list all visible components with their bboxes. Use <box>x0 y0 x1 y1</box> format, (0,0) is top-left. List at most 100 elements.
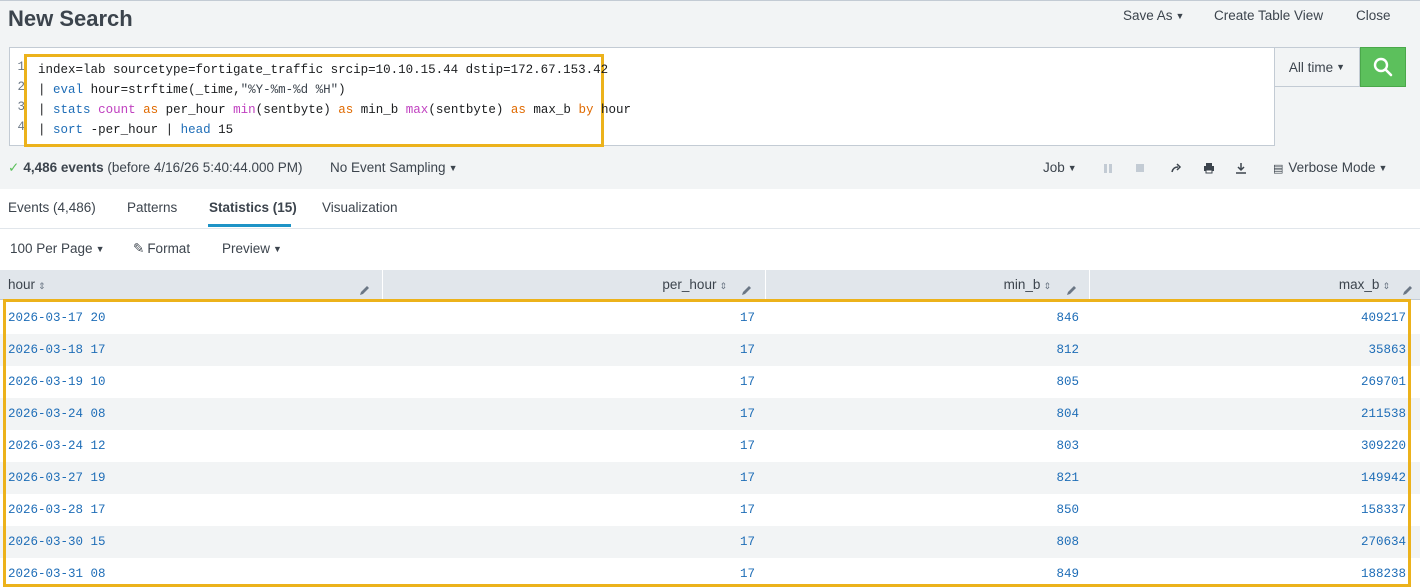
create-table-view-link[interactable]: Create Table View <box>1214 8 1323 23</box>
query-token <box>593 103 601 117</box>
pencil-icon[interactable] <box>358 278 371 295</box>
cell-per-hour[interactable]: 17 <box>740 311 755 325</box>
query-token <box>46 123 54 137</box>
cell-min-b[interactable]: 821 <box>1056 471 1079 485</box>
query-token: _time <box>195 83 234 97</box>
cell-hour[interactable]: 2026-03-19 10 <box>8 375 106 389</box>
cell-hour[interactable]: 2026-03-24 12 <box>8 439 106 453</box>
sampling-label: No Event Sampling <box>330 160 446 175</box>
query-token: | <box>38 123 46 137</box>
cell-max-b[interactable]: 211538 <box>1361 407 1406 421</box>
cell-max-b[interactable]: 270634 <box>1361 535 1406 549</box>
format-menu[interactable]: ✎ Format <box>133 241 190 257</box>
column-header-max-b[interactable]: max_b ⇕ <box>1091 270 1420 300</box>
cell-max-b[interactable]: 309220 <box>1361 439 1406 453</box>
line-number: 1 <box>17 60 25 74</box>
cell-min-b[interactable]: 846 <box>1056 311 1079 325</box>
cell-min-b[interactable]: 804 <box>1056 407 1079 421</box>
tab-visualization[interactable]: Visualization <box>322 200 398 215</box>
column-header-min-b[interactable]: min_b ⇕ <box>767 270 1090 300</box>
cell-min-b[interactable]: 803 <box>1056 439 1079 453</box>
cell-min-b[interactable]: 849 <box>1056 567 1079 581</box>
query-operator: by <box>578 103 594 117</box>
query-function: count <box>98 103 136 117</box>
pencil-icon[interactable] <box>740 278 753 295</box>
print-button[interactable] <box>1201 160 1217 176</box>
column-header-hour[interactable]: hour ⇕ <box>0 270 383 300</box>
sort-icon[interactable]: ⇕ <box>1043 281 1051 291</box>
format-label: Format <box>147 241 191 256</box>
cell-max-b[interactable]: 409217 <box>1361 311 1406 325</box>
cell-hour[interactable]: 2026-03-24 08 <box>8 407 106 421</box>
query-token <box>353 103 361 117</box>
cell-max-b[interactable]: 149942 <box>1361 471 1406 485</box>
query-token <box>83 83 91 97</box>
cell-min-b[interactable]: 805 <box>1056 375 1079 389</box>
query-token: | <box>165 123 174 137</box>
cell-max-b[interactable]: 188238 <box>1361 567 1406 581</box>
pencil-icon[interactable] <box>1065 278 1078 295</box>
column-header-per-hour[interactable]: per_hour ⇕ <box>384 270 766 300</box>
query-operator: as <box>143 103 159 117</box>
query-token: ) <box>338 83 346 97</box>
close-link[interactable]: Close <box>1356 8 1391 23</box>
query-token: ( <box>428 103 436 117</box>
preview-menu[interactable]: Preview ▼ <box>222 241 282 256</box>
query-string: "%Y-%m-%d %H" <box>240 83 339 97</box>
tab-patterns[interactable]: Patterns <box>127 200 177 215</box>
cell-hour[interactable]: 2026-03-18 17 <box>8 343 106 357</box>
cell-hour[interactable]: 2026-03-27 19 <box>8 471 106 485</box>
query-token: | <box>38 103 46 117</box>
event-sampling-menu[interactable]: No Event Sampling ▼ <box>330 160 457 175</box>
column-label: per_hour <box>662 277 717 292</box>
job-menu[interactable]: Job ▼ <box>1043 160 1077 175</box>
mode-label: Verbose Mode <box>1288 160 1376 175</box>
cell-per-hour[interactable]: 17 <box>740 503 755 517</box>
cell-hour[interactable]: 2026-03-31 08 <box>8 567 106 581</box>
query-token <box>458 63 466 77</box>
cell-min-b[interactable]: 850 <box>1056 503 1079 517</box>
pencil-icon[interactable] <box>1401 278 1414 295</box>
cell-max-b[interactable]: 269701 <box>1361 375 1406 389</box>
query-token: ) <box>323 103 331 117</box>
chevron-down-icon: ▼ <box>1067 163 1077 173</box>
stop-button[interactable] <box>1132 160 1148 176</box>
search-button[interactable] <box>1360 47 1406 87</box>
cell-min-b[interactable]: 808 <box>1056 535 1079 549</box>
search-mode-menu[interactable]: ▤ Verbose Mode ▼ <box>1273 160 1387 175</box>
cell-per-hour[interactable]: 17 <box>740 343 755 357</box>
export-button[interactable] <box>1233 160 1249 176</box>
cell-per-hour[interactable]: 17 <box>740 439 755 453</box>
query-token <box>136 103 144 117</box>
tab-events[interactable]: Events (4,486) <box>8 200 96 215</box>
cell-per-hour[interactable]: 17 <box>740 407 755 421</box>
chevron-down-icon: ▼ <box>95 244 105 254</box>
cell-hour[interactable]: 2026-03-30 15 <box>8 535 106 549</box>
query-token: sentbyte <box>435 103 496 117</box>
search-query-highlight[interactable]: index=lab sourcetype=fortigate_traffic s… <box>24 54 631 147</box>
query-token <box>91 103 99 117</box>
time-range-picker[interactable]: All time ▼ <box>1275 47 1360 87</box>
query-token: hour=strftime <box>90 83 189 97</box>
cell-per-hour[interactable]: 17 <box>740 375 755 389</box>
cell-per-hour[interactable]: 17 <box>740 567 755 581</box>
cell-hour[interactable]: 2026-03-17 20 <box>8 311 106 325</box>
cell-max-b[interactable]: 35863 <box>1368 343 1406 357</box>
save-as-menu[interactable]: Save As ▼ <box>1123 8 1184 23</box>
sort-icon[interactable]: ⇕ <box>38 281 46 291</box>
query-token <box>158 103 166 117</box>
sort-icon[interactable]: ⇕ <box>1382 281 1390 291</box>
sort-icon[interactable]: ⇕ <box>719 281 727 291</box>
pencil-icon: ✎ <box>133 241 145 256</box>
cell-per-hour[interactable]: 17 <box>740 535 755 549</box>
per-page-menu[interactable]: 100 Per Page ▼ <box>10 241 104 256</box>
pause-button[interactable] <box>1100 160 1116 176</box>
cell-per-hour[interactable]: 17 <box>740 471 755 485</box>
tab-statistics[interactable]: Statistics (15) <box>209 200 297 215</box>
query-line: | sort -per_hour | head 15 <box>38 120 601 140</box>
cell-max-b[interactable]: 158337 <box>1361 503 1406 517</box>
query-operator: as <box>338 103 354 117</box>
cell-hour[interactable]: 2026-03-28 17 <box>8 503 106 517</box>
share-button[interactable] <box>1168 160 1184 176</box>
cell-min-b[interactable]: 812 <box>1056 343 1079 357</box>
